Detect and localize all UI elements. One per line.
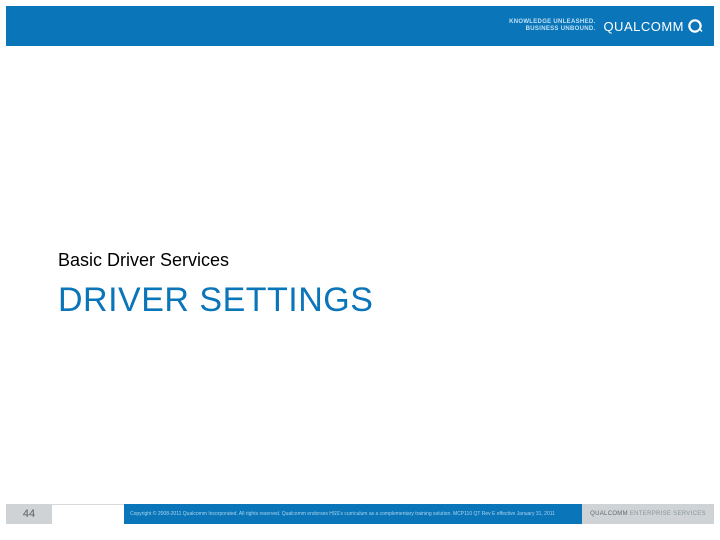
content-area: Basic Driver Services DRIVER SETTINGS (58, 250, 373, 320)
footer-brand: QUALCOMM ENTERPRISE SERVICES (582, 504, 714, 524)
copyright-box: Copyright © 2008-2011 Qualcomm Incorpora… (124, 504, 582, 524)
logo-text: QUALCOMM (603, 19, 684, 34)
slide: KNOWLEDGE UNLEASHED. BUSINESS UNBOUND. Q… (0, 0, 720, 540)
page-number: 44 (6, 504, 52, 524)
tagline-line2: BUSINESS UNBOUND. (509, 26, 595, 33)
tagline-line1: KNOWLEDGE UNLEASHED. (509, 19, 595, 26)
footer: 44 Copyright © 2008-2011 Qualcomm Incorp… (6, 504, 714, 524)
footer-brand-text: QUALCOMM ENTERPRISE SERVICES (590, 511, 706, 517)
footer-divider (52, 504, 124, 524)
logo: QUALCOMM (603, 17, 704, 35)
copyright-text: Copyright © 2008-2011 Qualcomm Incorpora… (130, 511, 555, 517)
tagline: KNOWLEDGE UNLEASHED. BUSINESS UNBOUND. (509, 19, 595, 32)
subtitle: Basic Driver Services (58, 250, 373, 271)
header-bar: KNOWLEDGE UNLEASHED. BUSINESS UNBOUND. Q… (6, 6, 714, 46)
page-title: DRIVER SETTINGS (58, 281, 373, 320)
logo-swirl-icon (686, 17, 704, 35)
footer-brand-sub: ENTERPRISE SERVICES (628, 511, 706, 517)
footer-brand-main: QUALCOMM (590, 511, 628, 517)
